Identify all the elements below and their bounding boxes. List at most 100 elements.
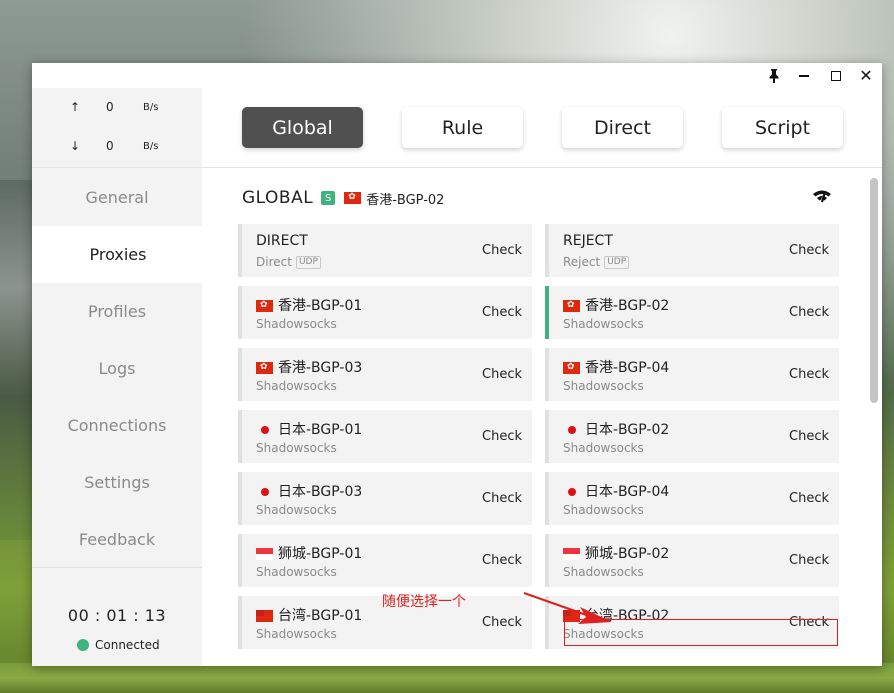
proxy-name-text: DIRECT [256, 233, 308, 249]
proxy-name: 香港-BGP-02 [563, 295, 669, 315]
proxy-list-scrollbar[interactable] [870, 178, 878, 403]
proxy-card[interactable]: 日本-BGP-03 Shadowsocks Check [238, 472, 532, 525]
jp-flag-icon [256, 486, 273, 498]
proxy-type: Shadowsocks [256, 565, 337, 579]
check-latency-button[interactable]: Check [789, 491, 829, 506]
sidebar-item-feedback[interactable]: Feedback [32, 511, 202, 568]
proxy-card[interactable]: 日本-BGP-04 Shadowsocks Check [545, 472, 839, 525]
wifi-signal-icon[interactable] [812, 189, 832, 205]
check-latency-button[interactable]: Check [789, 305, 829, 320]
proxy-name: 狮城-BGP-01 [256, 543, 362, 563]
proxy-type-text: Shadowsocks [256, 627, 337, 641]
proxy-name-text: 香港-BGP-04 [585, 360, 670, 376]
upload-value: 0 [106, 100, 114, 114]
check-latency-button[interactable]: Check [482, 429, 522, 444]
check-latency-button[interactable]: Check [482, 615, 522, 630]
upload-arrow-icon: ↑ [70, 100, 81, 114]
proxy-type-text: Shadowsocks [256, 379, 337, 393]
close-icon[interactable]: ✕ [856, 66, 876, 86]
connection-timer: 00 : 01 : 13 [67, 606, 167, 625]
proxy-name-text: 日本-BGP-02 [585, 422, 670, 438]
proxy-name: DIRECT [256, 233, 308, 249]
hk-flag-icon [344, 191, 362, 204]
proxy-type-text: Shadowsocks [563, 379, 644, 393]
sidebar-item-logs[interactable]: Logs [32, 340, 202, 397]
check-latency-button[interactable]: Check [789, 553, 829, 568]
proxy-card[interactable]: 香港-BGP-04 Shadowsocks Check [545, 348, 839, 401]
mode-rule-button[interactable]: Rule [402, 107, 523, 148]
minimize-icon[interactable] [794, 66, 814, 86]
jp-flag-icon [256, 424, 273, 436]
proxy-name: 台湾-BGP-01 [256, 605, 362, 625]
mode-global-button[interactable]: Global [242, 107, 363, 148]
check-latency-button[interactable]: Check [482, 553, 522, 568]
proxy-type-text: Shadowsocks [256, 441, 337, 455]
check-latency-button[interactable]: Check [482, 305, 522, 320]
tw-flag-icon [256, 610, 273, 622]
title-bar: ✕ [32, 63, 882, 88]
proxy-type-text: Shadowsocks [563, 565, 644, 579]
proxy-card[interactable]: 狮城-BGP-01 Shadowsocks Check [238, 534, 532, 587]
proxy-name-text: 狮城-BGP-02 [585, 546, 670, 562]
proxy-name-text: 日本-BGP-03 [278, 484, 363, 500]
sidebar-item-connections[interactable]: Connections [32, 397, 202, 454]
download-arrow-icon: ↓ [70, 139, 81, 153]
proxy-name: 日本-BGP-03 [256, 481, 362, 501]
group-name: GLOBAL [242, 188, 314, 208]
traffic-panel: ↑ 0 B/s ↓ 0 B/s [32, 88, 202, 168]
proxy-name-text: 香港-BGP-01 [278, 298, 363, 314]
proxy-name: 香港-BGP-03 [256, 357, 362, 377]
proxy-group-header[interactable]: GLOBAL S 香港-BGP-02 [242, 186, 444, 210]
app-window: ✕ ↑ 0 B/s ↓ 0 B/s General Proxies Profil… [32, 63, 882, 666]
mode-direct-button[interactable]: Direct [562, 107, 683, 148]
jp-flag-icon [563, 486, 580, 498]
proxy-type: Shadowsocks [563, 379, 644, 393]
jp-flag-icon [563, 424, 580, 436]
check-latency-button[interactable]: Check [789, 243, 829, 258]
annotation-highlight-box [564, 619, 838, 646]
sg-flag-icon [563, 548, 580, 560]
proxy-type: Shadowsocks [563, 565, 644, 579]
proxy-card[interactable]: 香港-BGP-01 Shadowsocks Check [238, 286, 532, 339]
connection-status[interactable]: Connected [77, 638, 160, 652]
proxy-name: 香港-BGP-04 [563, 357, 669, 377]
proxy-name-text: 日本-BGP-01 [278, 422, 363, 438]
sidebar-item-proxies[interactable]: Proxies [32, 226, 204, 283]
check-latency-button[interactable]: Check [789, 429, 829, 444]
upload-speed: ↑ 0 B/s [32, 100, 202, 120]
hk-flag-icon [563, 299, 580, 312]
hk-flag-icon [563, 361, 580, 374]
proxy-card[interactable]: DIRECT Direct UDP Check [238, 224, 532, 277]
proxy-card[interactable]: REJECT Reject UDP Check [545, 224, 839, 277]
proxy-card[interactable]: 狮城-BGP-02 Shadowsocks Check [545, 534, 839, 587]
proxy-card[interactable]: 日本-BGP-02 Shadowsocks Check [545, 410, 839, 463]
sidebar-item-general[interactable]: General [32, 169, 202, 226]
sidebar-item-settings[interactable]: Settings [32, 454, 202, 511]
proxy-name-text: 日本-BGP-04 [585, 484, 670, 500]
proxy-name-text: 香港-BGP-03 [278, 360, 363, 376]
proxy-card[interactable]: 香港-BGP-02 Shadowsocks Check [545, 286, 839, 339]
proxy-type: Shadowsocks [563, 317, 644, 331]
upload-unit: B/s [143, 102, 159, 113]
udp-badge: UDP [295, 255, 321, 269]
download-speed: ↓ 0 B/s [32, 139, 202, 159]
sidebar-divider [32, 567, 202, 568]
proxy-name: 日本-BGP-01 [256, 419, 362, 439]
hk-flag-icon [256, 361, 273, 374]
check-latency-button[interactable]: Check [482, 491, 522, 506]
proxy-card[interactable]: 日本-BGP-01 Shadowsocks Check [238, 410, 532, 463]
status-dot-icon [77, 639, 89, 651]
sidebar-item-profiles[interactable]: Profiles [32, 283, 202, 340]
check-latency-button[interactable]: Check [789, 367, 829, 382]
hk-flag-icon [256, 299, 273, 312]
download-unit: B/s [143, 141, 159, 152]
mode-script-button[interactable]: Script [722, 107, 843, 148]
pin-icon[interactable] [764, 66, 784, 86]
proxy-card[interactable]: 香港-BGP-03 Shadowsocks Check [238, 348, 532, 401]
proxy-type: Shadowsocks [563, 441, 644, 455]
maximize-icon[interactable] [826, 66, 846, 86]
wallpaper-meadow [0, 663, 894, 693]
check-latency-button[interactable]: Check [482, 243, 522, 258]
check-latency-button[interactable]: Check [482, 367, 522, 382]
proxy-type: Shadowsocks [256, 379, 337, 393]
